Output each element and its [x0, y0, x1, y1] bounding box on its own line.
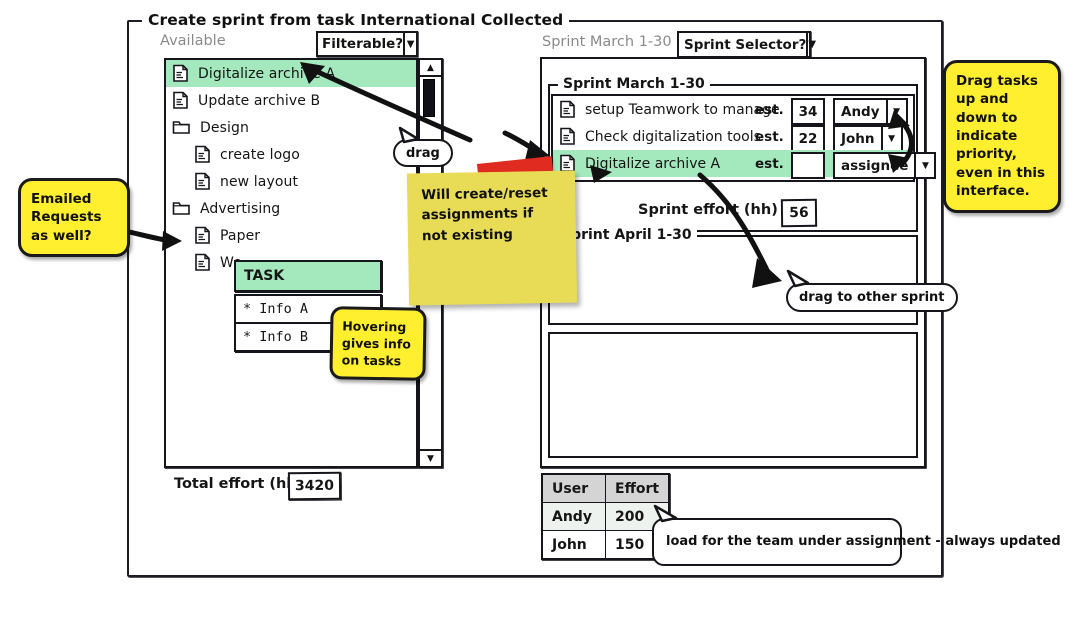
- document-icon: [560, 127, 575, 145]
- sprint-pane-label: Sprint March 1-30: [542, 34, 672, 50]
- cell-user: John: [541, 530, 606, 560]
- table-row[interactable]: Check digitalization tools est. 22 John …: [553, 123, 913, 152]
- est-label: est.: [755, 101, 784, 118]
- callout-drag-other-sprint: drag to other sprint: [786, 283, 958, 312]
- document-icon: [173, 91, 188, 109]
- document-icon: [195, 145, 210, 163]
- column-header-user: User: [541, 473, 606, 503]
- list-item-label: Design: [200, 119, 249, 136]
- filterable-select[interactable]: Filterable? ▼: [316, 31, 418, 57]
- list-item-folder[interactable]: Design: [166, 114, 416, 141]
- task-name: setup Teamwork to manage: [585, 101, 780, 118]
- list-item[interactable]: Digitalize archive A: [166, 60, 416, 87]
- table-header-row: User Effort: [541, 473, 670, 503]
- est-label: est.: [755, 128, 784, 145]
- list-item-label: new layout: [220, 173, 299, 190]
- document-icon: [195, 253, 210, 271]
- est-label: est.: [755, 155, 784, 172]
- tooltip-header: TASK: [234, 260, 382, 292]
- callout-team-load: load for the team under assignment - alw…: [652, 518, 1061, 566]
- total-effort-value: 3420: [287, 471, 342, 501]
- sprint-dropzone[interactable]: [548, 332, 918, 458]
- scrollbar-thumb[interactable]: [423, 79, 435, 117]
- scroll-up-icon[interactable]: ▲: [420, 60, 441, 77]
- folder-icon: [172, 121, 190, 134]
- list-item[interactable]: Paper: [166, 222, 416, 249]
- est-input[interactable]: 34: [791, 98, 825, 125]
- assignee-select[interactable]: Andy ▼: [833, 98, 908, 125]
- task-name: Digitalize archive A: [585, 155, 721, 172]
- sprint-selector[interactable]: Sprint Selector? ▼: [677, 31, 816, 58]
- sprint-march-task-list[interactable]: setup Teamwork to manage est. 34 Andy ▼ …: [551, 94, 937, 182]
- list-item-label: Paper: [220, 227, 261, 244]
- chevron-down-icon[interactable]: ▼: [806, 33, 816, 56]
- document-icon: [195, 172, 210, 190]
- assignee-value: assignee: [841, 157, 909, 174]
- column-header-effort: Effort: [605, 473, 670, 503]
- assignee-value: Andy: [841, 103, 880, 120]
- document-icon: [560, 100, 575, 118]
- chevron-down-icon[interactable]: ▼: [403, 33, 416, 55]
- est-input[interactable]: 22: [791, 125, 825, 152]
- cell-user: Andy: [541, 502, 606, 531]
- sprint-march-legend: Sprint March 1-30: [558, 76, 710, 92]
- total-effort-label: Total effort (hh): [174, 476, 304, 492]
- folder-icon: [172, 202, 190, 215]
- assignee-select[interactable]: John ▼: [833, 125, 903, 152]
- list-item[interactable]: Update archive B: [166, 87, 416, 114]
- list-item-label: create logo: [220, 146, 300, 163]
- page-title: Create sprint from task International Co…: [142, 11, 570, 29]
- sticky-note-hovering: Hovering gives info on tasks: [329, 306, 427, 381]
- scroll-down-icon[interactable]: ▼: [420, 449, 441, 466]
- task-name: Check digitalization tools: [585, 128, 761, 145]
- callout-drag: drag: [393, 139, 453, 167]
- sticky-note-drag-priority: Drag tasks up and down to indicate prior…: [943, 60, 1061, 213]
- sprint-selector-value: Sprint Selector?: [684, 36, 807, 53]
- filterable-select-value: Filterable?: [322, 36, 404, 52]
- table-row: Andy 200: [541, 502, 670, 531]
- list-item-folder[interactable]: Advertising: [166, 195, 416, 222]
- assignee-value: John: [841, 130, 875, 147]
- chevron-down-icon[interactable]: ▼: [880, 127, 901, 150]
- list-item-label: Advertising: [200, 200, 281, 217]
- document-icon: [195, 226, 210, 244]
- document-icon: [173, 64, 188, 82]
- table-row[interactable]: Digitalize archive A est. assignee ▼: [553, 150, 937, 179]
- sticky-note-create-reset: Will create/reset assignments if not exi…: [406, 170, 578, 306]
- sticky-note-emailed: Emailed Requests as well?: [18, 178, 130, 258]
- chevron-down-icon[interactable]: ▼: [885, 100, 906, 123]
- chevron-down-icon[interactable]: ▼: [914, 154, 934, 177]
- list-item[interactable]: new layout: [166, 168, 416, 195]
- team-load-table: User Effort Andy 200 John 150: [541, 473, 671, 560]
- sprint-effort-value: 56: [780, 198, 818, 228]
- est-input[interactable]: [791, 152, 825, 179]
- sprint-april-legend: Sprint April 1-30: [556, 227, 697, 243]
- table-row: John 150: [541, 530, 670, 560]
- list-item-label: Update archive B: [198, 92, 321, 109]
- list-item[interactable]: create logo: [166, 141, 416, 168]
- list-item-label: Digitalize archive A: [198, 65, 336, 82]
- assignee-select[interactable]: assignee ▼: [833, 152, 937, 179]
- available-label: Available: [160, 33, 226, 49]
- table-row[interactable]: setup Teamwork to manage est. 34 Andy ▼: [553, 96, 913, 125]
